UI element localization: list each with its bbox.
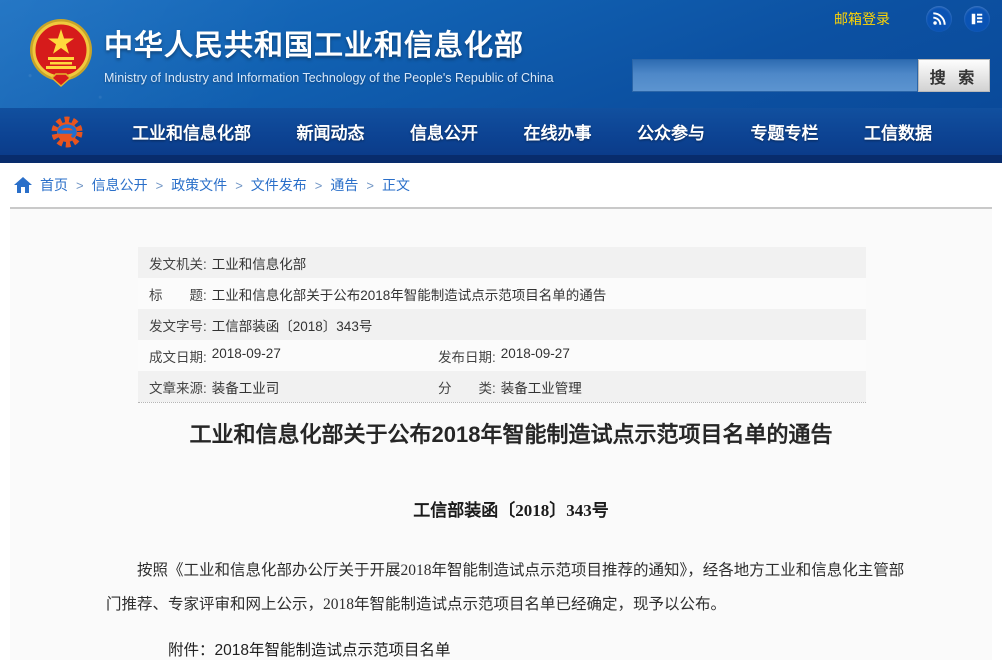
nav-item-special-topics[interactable]: 专题专栏 [751,119,819,144]
article-doc-number: 工信部装函〔2018〕343号 [106,496,916,521]
breadcrumb-separator: > [235,178,243,193]
search-input[interactable] [632,59,918,92]
content-panel: 发文机关: 工业和信息化部 标 题: 工业和信息化部关于公布2018年智能制造试… [10,207,992,660]
search-button[interactable]: 搜 索 [918,59,990,92]
meta-value: 工业和信息化部关于公布2018年智能制造试点示范项目名单的通告 [212,284,607,304]
topbar: 邮箱登录 [834,6,990,32]
main-nav: 工业和信息化部 新闻动态 信息公开 在线办事 公众参与 专题专栏 工信数据 [0,108,1002,163]
nav-item-news[interactable]: 新闻动态 [297,119,365,144]
nav-item-miit-data[interactable]: 工信数据 [864,119,932,144]
meta-row-issuing-agency: 发文机关: 工业和信息化部 [138,247,866,278]
nav-items: 工业和信息化部 新闻动态 信息公开 在线办事 公众参与 专题专栏 工信数据 [132,119,932,144]
meta-label: 发布日期: [438,346,496,366]
site-subtitle-en: Ministry of Industry and Information Tec… [104,71,554,85]
meta-row-doc-number: 发文字号: 工信部装函〔2018〕343号 [138,309,866,340]
site-logo-block[interactable]: 中华人民共和国工业和信息化部 Ministry of Industry and … [28,16,554,90]
document-meta-table: 发文机关: 工业和信息化部 标 题: 工业和信息化部关于公布2018年智能制造试… [138,247,866,403]
breadcrumb-info-disclosure[interactable]: 信息公开 [92,175,148,195]
meta-row-dates: 成文日期: 2018-09-27 发布日期: 2018-09-27 [138,340,866,371]
mail-login-link[interactable]: 邮箱登录 [834,9,890,29]
home-icon[interactable] [14,177,32,193]
site-title: 中华人民共和国工业和信息化部 [104,22,554,64]
breadcrumb-separator: > [156,178,164,193]
meta-label: 分 类: [438,377,496,397]
meta-label: 发文机关: [149,253,207,273]
news-icon[interactable] [964,6,990,32]
breadcrumb-separator: > [76,178,84,193]
article: 工业和信息化部关于公布2018年智能制造试点示范项目名单的通告 工信部装函〔20… [106,417,916,660]
breadcrumb: 首页 > 信息公开 > 政策文件 > 文件发布 > 通告 > 正文 [0,163,1002,207]
attachment-link[interactable]: 2018年智能制造试点示范项目名单 [215,642,451,659]
attachment-line: 附件：2018年智能制造试点示范项目名单 [106,638,916,660]
meta-row-title: 标 题: 工业和信息化部关于公布2018年智能制造试点示范项目名单的通告 [138,278,866,309]
site-header: 中华人民共和国工业和信息化部 Ministry of Industry and … [0,0,1002,108]
breadcrumb-separator: > [366,178,374,193]
meta-value: 工信部装函〔2018〕343号 [212,315,373,335]
meta-label: 文章来源: [149,377,207,397]
meta-label: 发文字号: [149,315,207,335]
national-emblem-icon [28,16,94,90]
breadcrumb-current-article: 正文 [382,175,410,195]
attachment-label: 附件： [168,642,215,659]
meta-value: 装备工业司 [212,377,280,397]
meta-label: 标 题: [149,284,207,304]
meta-value: 2018-09-27 [212,346,281,366]
breadcrumb-separator: > [315,178,323,193]
rss-icon[interactable] [926,6,952,32]
breadcrumb-policy-documents[interactable]: 政策文件 [171,175,227,195]
breadcrumb-home[interactable]: 首页 [40,175,68,195]
meta-value: 2018-09-27 [501,346,570,366]
breadcrumb-document-release[interactable]: 文件发布 [251,175,307,195]
meta-value: 工业和信息化部 [212,253,307,273]
nav-item-miit[interactable]: 工业和信息化部 [132,119,251,144]
nav-item-info-disclosure[interactable]: 信息公开 [410,119,478,144]
breadcrumb-notices[interactable]: 通告 [330,175,358,195]
meta-label: 成文日期: [149,346,207,366]
nav-item-online-services[interactable]: 在线办事 [524,119,592,144]
meta-row-source-category: 文章来源: 装备工业司 分 类: 装备工业管理 [138,371,866,402]
nav-item-public-participation[interactable]: 公众参与 [637,119,705,144]
meta-value: 装备工业管理 [501,377,582,397]
miit-gear-logo-icon[interactable] [50,115,84,149]
article-paragraph: 按照《工业和信息化部办公厅关于开展2018年智能制造试点示范项目推荐的通知》，经… [106,554,916,622]
article-title: 工业和信息化部关于公布2018年智能制造试点示范项目名单的通告 [106,417,916,449]
search-box: 搜 索 [632,59,990,92]
